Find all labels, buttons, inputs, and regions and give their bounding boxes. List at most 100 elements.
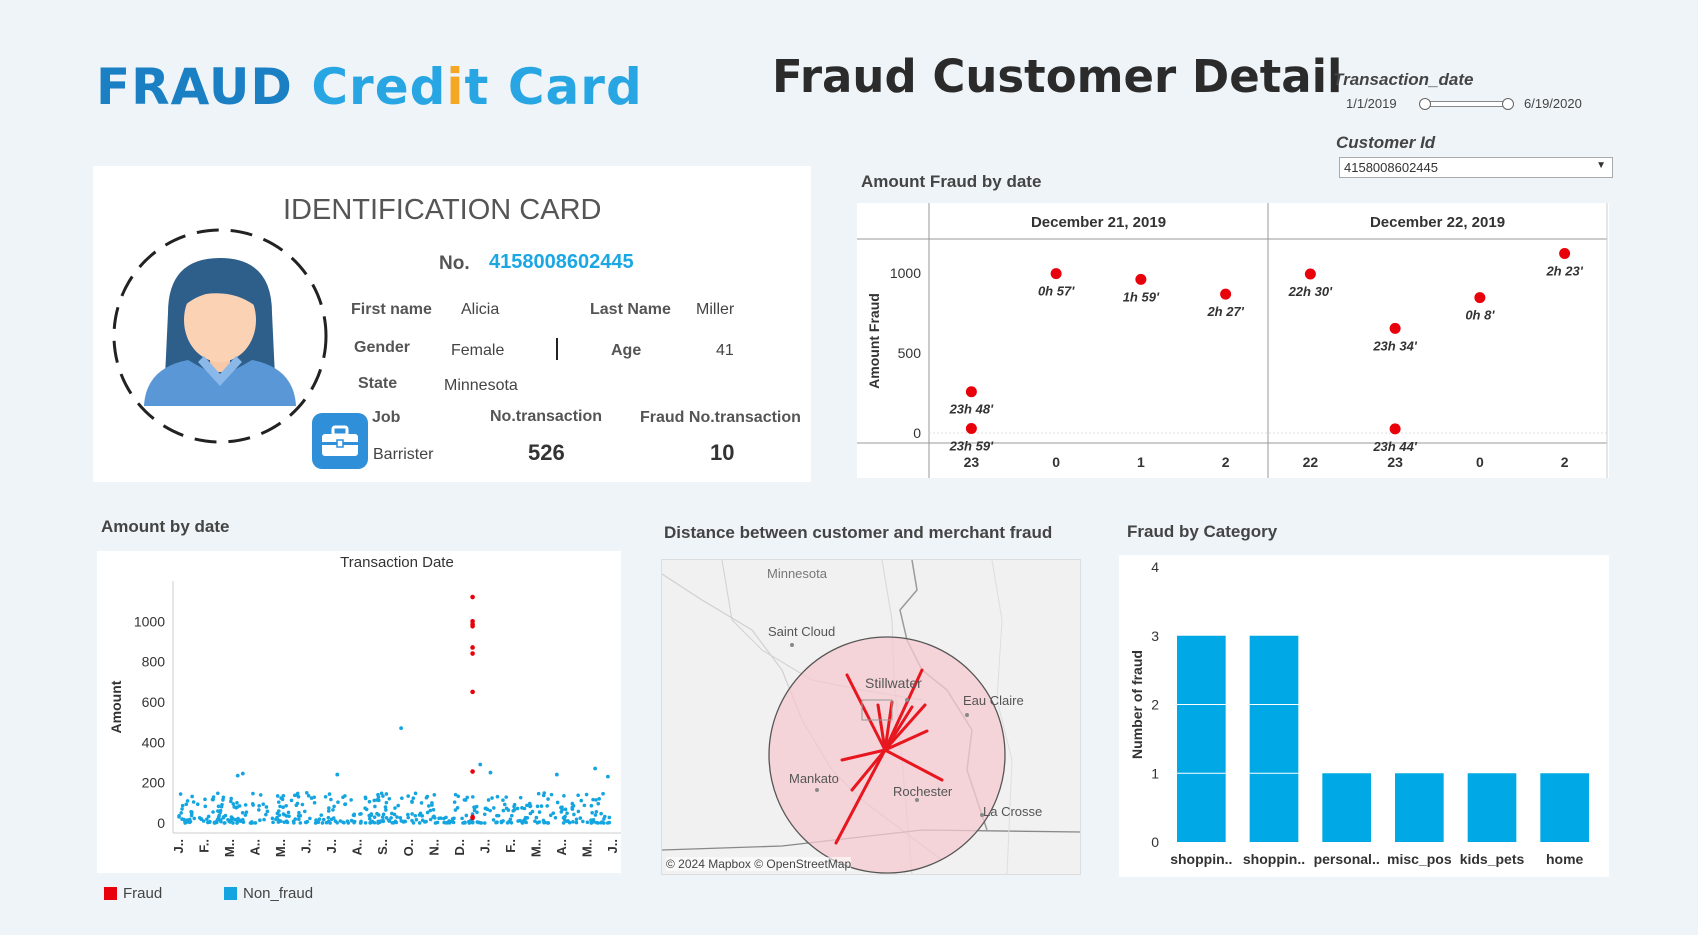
- non-fraud-point: [177, 815, 181, 819]
- non-fraud-point: [572, 812, 576, 817]
- non-fraud-point: [278, 804, 282, 809]
- date-range-slider[interactable]: [1424, 101, 1510, 107]
- non-fraud-point: [414, 817, 419, 822]
- last-name-value: Miller: [696, 301, 735, 318]
- distance-radius-circle: [768, 636, 1006, 874]
- non-fraud-point: [582, 803, 587, 808]
- non-fraud-point: [275, 794, 280, 798]
- non-fraud-point: [563, 814, 567, 819]
- non-fraud-point: [189, 809, 193, 814]
- non-fraud-point: [522, 806, 527, 811]
- non-fraud-point: [328, 821, 332, 825]
- y-axis-label: Amount Fraud: [866, 293, 882, 389]
- non-fraud-point: [523, 815, 528, 820]
- x-tick-label: J..: [324, 839, 339, 853]
- non-fraud-point: [352, 812, 357, 817]
- non-fraud-point: [304, 791, 309, 795]
- non-fraud-point: [358, 821, 363, 825]
- non-fraud-point: [190, 794, 194, 799]
- non-fraud-point: [389, 816, 393, 820]
- non-fraud-point: [464, 813, 469, 818]
- non-fraud-point: [203, 797, 207, 802]
- x-tick-label: personal..: [1314, 851, 1380, 867]
- non-fraud-point: [216, 809, 220, 813]
- map-label-saint-cloud: Saint Cloud: [768, 624, 836, 639]
- fraud-point: [1135, 273, 1147, 285]
- non-fraud-point: [581, 819, 585, 824]
- distance-map[interactable]: Minnesota Saint Cloud Stillwater Eau Cla…: [661, 559, 1081, 875]
- y-tick-label: 4: [1151, 559, 1159, 575]
- x-tick-label: F..: [197, 839, 212, 853]
- legend-fraud-swatch: [104, 887, 117, 900]
- non-fraud-point: [281, 812, 286, 816]
- non-fraud-point: [584, 792, 589, 797]
- non-fraud-point: [593, 766, 598, 771]
- non-fraud-point: [478, 762, 483, 767]
- category-bar: [1249, 635, 1299, 842]
- non-fraud-point: [235, 773, 240, 778]
- non-fraud-point: [236, 816, 240, 821]
- no-transaction-value: 526: [528, 440, 565, 465]
- point-time-label: 0h 8': [1465, 308, 1495, 323]
- non-fraud-point: [578, 816, 583, 820]
- non-fraud-point: [253, 821, 258, 825]
- customer-id-dropdown[interactable]: 4158008602445 ▼: [1339, 157, 1613, 178]
- fraud-point: [470, 689, 475, 695]
- non-fraud-point: [292, 821, 296, 825]
- date-range-start-handle[interactable]: [1419, 98, 1431, 110]
- non-fraud-point: [446, 820, 450, 825]
- date-range-end-handle[interactable]: [1502, 98, 1514, 110]
- fraud-point: [1389, 423, 1401, 435]
- non-fraud-point: [217, 813, 221, 818]
- non-fraud-point: [372, 798, 377, 803]
- non-fraud-point: [312, 801, 317, 805]
- non-fraud-point: [203, 804, 208, 809]
- non-fraud-point: [504, 806, 509, 811]
- x-tick-label: misc_pos: [1387, 851, 1452, 867]
- non-fraud-point: [324, 820, 329, 825]
- non-fraud-point: [594, 820, 599, 825]
- non-fraud-point: [373, 804, 377, 809]
- non-fraud-point: [456, 794, 461, 799]
- non-fraud-point: [363, 821, 368, 825]
- point-time-label: 23h 59': [949, 439, 994, 454]
- y-axis-label: Amount: [108, 680, 124, 733]
- chevron-down-icon[interactable]: ▼: [1596, 160, 1606, 171]
- non-fraud-point: [240, 810, 245, 815]
- non-fraud-point: [276, 800, 281, 804]
- non-fraud-point: [336, 800, 340, 804]
- non-fraud-point: [510, 813, 514, 818]
- date-range-start: 1/1/2019: [1346, 96, 1397, 111]
- non-fraud-point: [585, 820, 590, 825]
- non-fraud-point: [188, 819, 193, 824]
- non-fraud-point: [293, 817, 298, 821]
- non-fraud-point: [271, 820, 275, 825]
- non-fraud-point: [352, 819, 357, 824]
- non-fraud-point: [571, 804, 576, 808]
- job-label: Job: [372, 409, 401, 426]
- non-fraud-point: [239, 819, 244, 824]
- group-date-header: December 21, 2019: [1031, 214, 1166, 231]
- x-tick-label: kids_pets: [1460, 851, 1525, 867]
- non-fraud-point: [329, 797, 333, 802]
- non-fraud-point: [396, 803, 400, 808]
- non-fraud-point: [289, 798, 294, 803]
- x-tick-label: 2: [1222, 454, 1230, 470]
- non-fraud-point: [413, 791, 418, 796]
- map-attribution[interactable]: © 2024 Mapbox © OpenStreetMap: [666, 857, 852, 871]
- non-fraud-point: [341, 795, 345, 800]
- non-fraud-point: [534, 815, 539, 820]
- legend-fraud-label: Fraud: [123, 885, 163, 902]
- fraud-by-category-title: Fraud by Category: [1127, 522, 1278, 541]
- x-tick-label: 23: [1387, 454, 1403, 470]
- non-fraud-point: [363, 795, 368, 800]
- point-time-label: 1h 59': [1123, 289, 1160, 304]
- non-fraud-point: [399, 819, 404, 823]
- non-fraud-point: [216, 791, 220, 796]
- y-tick-label: 1000: [890, 265, 921, 281]
- map-canvas[interactable]: [662, 560, 1080, 874]
- non-fraud-point: [191, 800, 196, 804]
- y-tick-label: 3: [1151, 628, 1159, 644]
- non-fraud-point: [508, 817, 513, 822]
- non-fraud-point: [605, 821, 610, 825]
